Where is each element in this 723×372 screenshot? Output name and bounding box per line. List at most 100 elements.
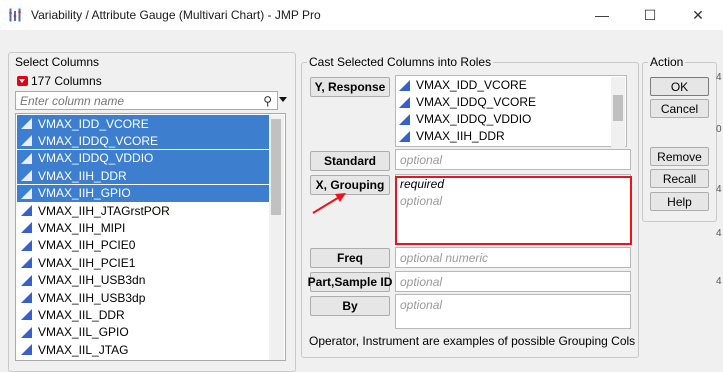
title-bar: Variability / Attribute Gauge (Multivari… xyxy=(0,0,723,30)
continuous-column-icon xyxy=(20,291,33,304)
continuous-column-icon xyxy=(20,117,33,130)
column-list-item[interactable]: VMAX_IIH_MIPI xyxy=(17,219,270,236)
column-list-item[interactable]: VMAX_IDDQ_VCORE xyxy=(17,132,270,149)
column-list-item[interactable]: VMAX_IIH_GPIO xyxy=(17,185,270,202)
red-triangle-menu-icon[interactable] xyxy=(17,76,28,86)
column-list-item[interactable]: VMAX_IIH_PCIE1 xyxy=(17,254,270,271)
column-list-scroll-thumb[interactable] xyxy=(271,119,281,215)
by-placeholder: optional xyxy=(400,298,442,312)
continuous-column-icon xyxy=(20,221,33,234)
column-list-item[interactable]: VMAX_IDD_VCORE xyxy=(17,115,270,132)
column-list-item-label: VMAX_IDDQ_VCORE xyxy=(38,134,158,148)
close-icon: ✕ xyxy=(692,7,704,24)
continuous-column-icon xyxy=(20,187,33,200)
jmp-app-icon xyxy=(9,8,23,22)
maximize-icon: ☐ xyxy=(644,7,657,24)
search-options-dropdown-icon[interactable] xyxy=(279,97,287,102)
part-sample-id-placeholder: optional xyxy=(400,275,442,289)
column-list-item-label: VMAX_IIH_GPIO xyxy=(38,186,131,200)
action-heading: Action xyxy=(648,55,685,69)
maximize-button[interactable]: ☐ xyxy=(627,0,673,30)
freq-button[interactable]: Freq xyxy=(310,248,390,268)
by-button[interactable]: By xyxy=(310,296,390,316)
continuous-column-icon xyxy=(20,169,33,182)
y-response-item[interactable]: VMAX_IDDQ_VDDIO xyxy=(398,111,531,127)
y-response-item[interactable]: VMAX_IDDQ_VCORE xyxy=(398,94,536,110)
freq-placeholder: optional numeric xyxy=(400,251,488,265)
grouping-hint-note: Operator, Instrument are examples of pos… xyxy=(309,334,635,348)
y-response-item-label: VMAX_IDDQ_VDDIO xyxy=(416,112,531,126)
continuous-column-icon xyxy=(398,96,411,109)
y-response-item-label: VMAX_IDD_VCORE xyxy=(416,78,527,92)
continuous-column-icon xyxy=(20,239,33,252)
y-response-scrollbar[interactable] xyxy=(611,77,625,147)
column-list-item-label: VMAX_IIH_USB3dn xyxy=(38,273,145,287)
standard-button[interactable]: Standard xyxy=(310,151,390,171)
column-list-item-label: VMAX_IIH_PCIE0 xyxy=(38,238,135,252)
continuous-column-icon xyxy=(20,204,33,217)
background-fragment: 0 xyxy=(716,124,722,135)
standard-placeholder: optional xyxy=(400,153,442,167)
column-list-item[interactable]: VMAX_IIH_USB3dp xyxy=(17,289,270,306)
window-title: Variability / Attribute Gauge (Multivari… xyxy=(31,8,321,22)
background-fragment: 4 xyxy=(716,276,722,287)
continuous-column-icon xyxy=(20,274,33,287)
red-arrow-annotation-icon xyxy=(310,190,350,216)
continuous-column-icon xyxy=(398,113,411,126)
column-list-item[interactable]: VMAX_IIL_GPIO xyxy=(17,324,270,341)
column-list-scrollbar[interactable] xyxy=(269,115,284,361)
freq-drop-box[interactable]: optional numeric xyxy=(395,247,631,268)
column-list-item[interactable]: VMAX_IIH_USB3dn xyxy=(17,272,270,289)
column-list[interactable]: VMAX_IDD_VCORE VMAX_IDDQ_VCORE VMAX_IDDQ_V… xyxy=(15,113,286,361)
column-list-item-label: VMAX_IIL_GPIO xyxy=(38,325,129,339)
column-list-item[interactable]: VMAX_IIH_PCIE0 xyxy=(17,237,270,254)
continuous-column-icon xyxy=(398,130,411,143)
remove-button[interactable]: Remove xyxy=(650,147,709,166)
continuous-column-icon xyxy=(20,256,33,269)
continuous-column-icon xyxy=(20,326,33,339)
select-columns-heading: Select Columns xyxy=(15,55,99,69)
column-list-item[interactable]: VMAX_IDDQ_VDDIO xyxy=(17,150,270,167)
column-list-item-label: VMAX_IIH_JTAGrstPOR xyxy=(38,204,170,218)
y-response-item[interactable]: VMAX_IIH_DDR xyxy=(398,128,505,144)
part-sample-id-drop-box[interactable]: optional xyxy=(395,271,631,292)
background-fragment: 4 xyxy=(716,184,722,195)
ok-button[interactable]: OK xyxy=(650,77,709,96)
column-list-item-label: VMAX_IIH_PCIE1 xyxy=(38,256,135,270)
column-search-input[interactable] xyxy=(16,92,256,109)
help-button[interactable]: Help xyxy=(650,192,709,211)
search-icon[interactable]: ⚲ xyxy=(263,94,272,108)
column-list-item-label: VMAX_IDDQ_VDDIO xyxy=(38,151,153,165)
y-response-list[interactable]: VMAX_IDD_VCORE VMAX_IDDQ_VCORE VMAX_IDDQ_V… xyxy=(395,75,627,147)
cancel-button[interactable]: Cancel xyxy=(650,99,709,118)
continuous-column-icon xyxy=(20,308,33,321)
minimize-button[interactable]: — xyxy=(579,0,625,30)
part-sample-id-button[interactable]: Part,Sample ID xyxy=(310,272,390,292)
y-response-scroll-thumb[interactable] xyxy=(613,95,623,121)
recall-button[interactable]: Recall xyxy=(650,169,709,188)
y-response-button[interactable]: Y, Response xyxy=(310,77,390,97)
continuous-column-icon xyxy=(20,152,33,165)
column-list-item-label: VMAX_IIH_MIPI xyxy=(38,221,125,235)
column-search-box: ⚲ xyxy=(15,91,278,110)
by-drop-box[interactable]: optional xyxy=(395,294,631,329)
continuous-column-icon xyxy=(20,134,33,147)
column-list-item[interactable]: VMAX_IIL_DDR xyxy=(17,306,270,323)
column-list-item[interactable]: VMAX_IIH_DDR xyxy=(17,167,270,184)
background-fragment: 4 xyxy=(716,228,722,239)
close-button[interactable]: ✕ xyxy=(675,0,721,30)
continuous-column-icon xyxy=(20,343,33,356)
column-list-item-label: VMAX_IDD_VCORE xyxy=(38,117,149,131)
continuous-column-icon xyxy=(398,79,411,92)
x-grouping-highlight-box xyxy=(395,176,632,245)
column-list-item[interactable]: VMAX_IIL_JTAG xyxy=(17,341,270,358)
y-response-item-label: VMAX_IIH_DDR xyxy=(416,129,505,143)
y-response-item[interactable]: VMAX_IDD_VCORE xyxy=(398,77,527,93)
standard-drop-box[interactable]: optional xyxy=(395,149,631,170)
roles-heading: Cast Selected Columns into Roles xyxy=(307,55,493,69)
column-count-label: 177 Columns xyxy=(31,74,102,88)
column-list-item-label: VMAX_IIH_DDR xyxy=(38,169,127,183)
column-list-item[interactable]: VMAX_IIH_JTAGrstPOR xyxy=(17,202,270,219)
column-list-item-label: VMAX_IIL_JTAG xyxy=(38,343,128,357)
y-response-item-label: VMAX_IDDQ_VCORE xyxy=(416,95,536,109)
